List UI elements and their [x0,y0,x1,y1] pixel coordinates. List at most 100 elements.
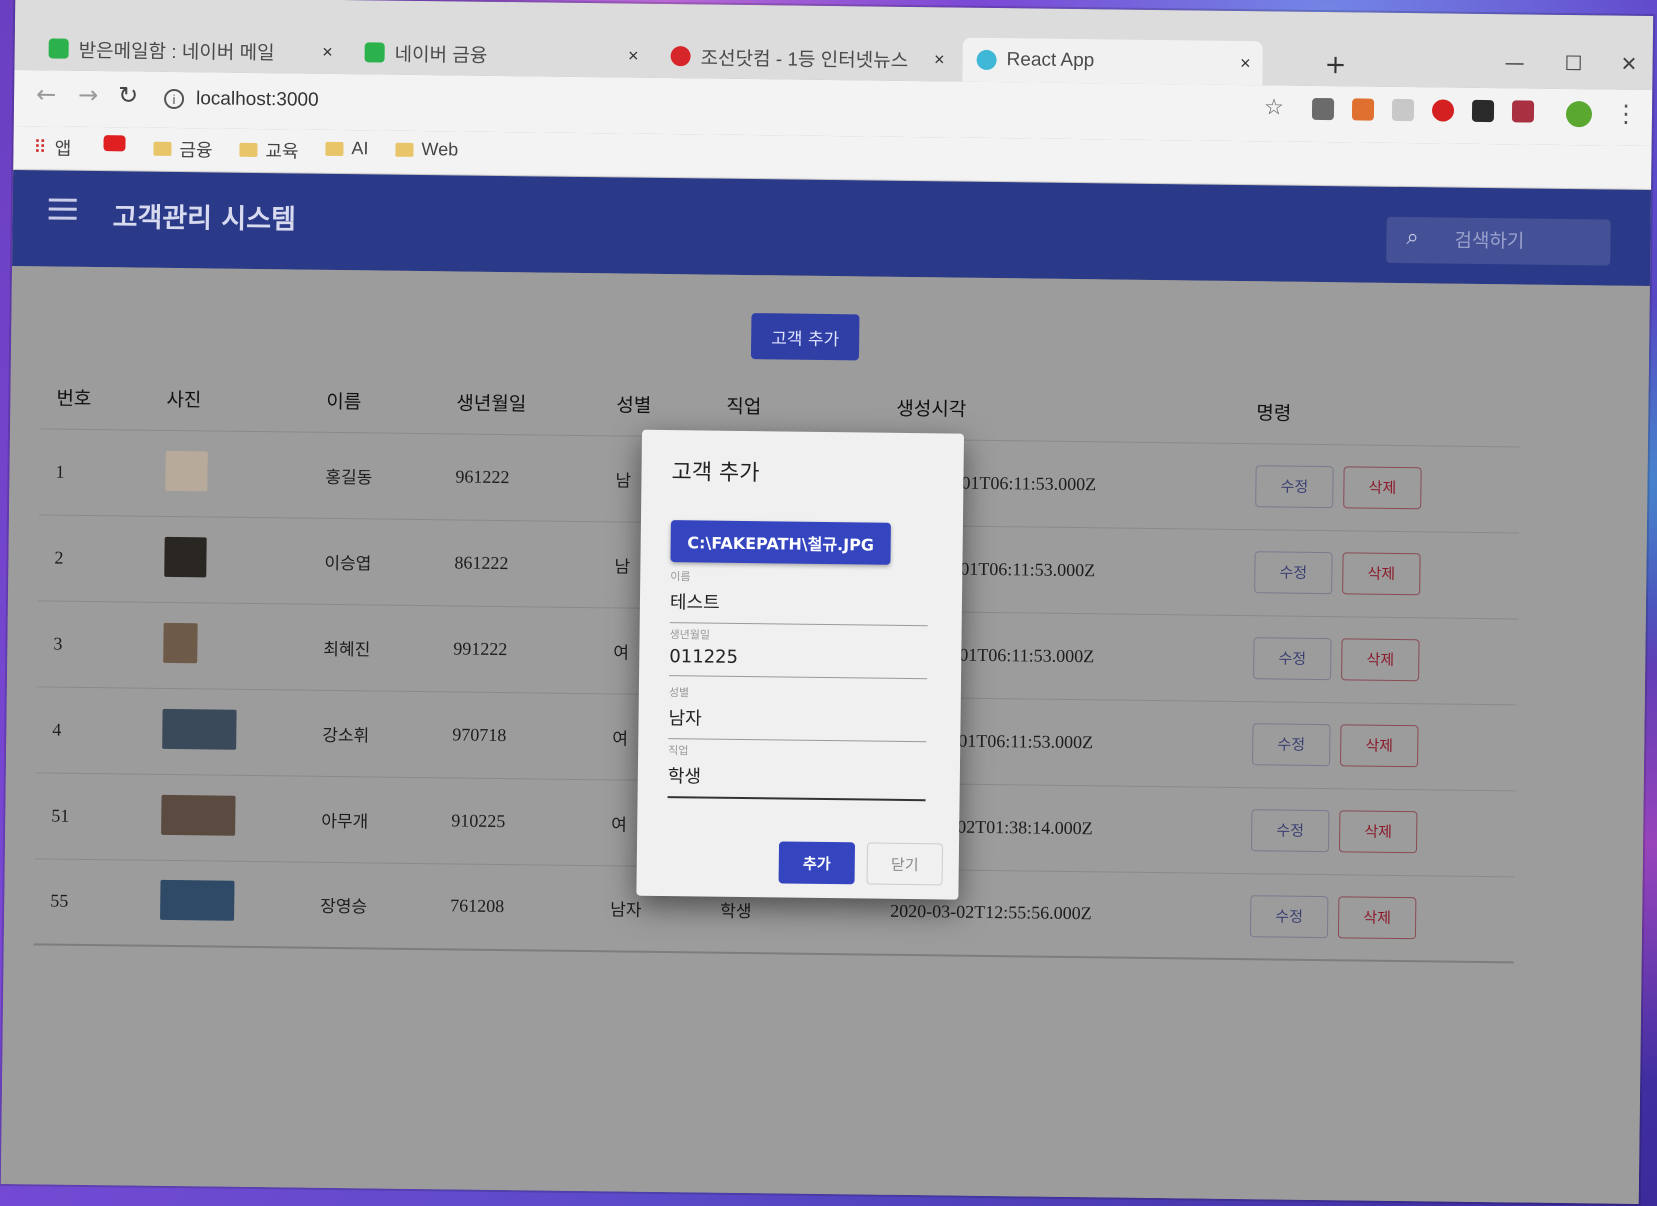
reload-icon[interactable]: ↻ [118,81,138,109]
column-header: 생년월일 [456,392,527,416]
back-icon[interactable]: ← [36,80,56,108]
cell-actions: 수정 삭제 [1233,873,1515,963]
close-icon[interactable]: × [1240,53,1251,74]
cell-photo [146,601,308,690]
minimize-icon[interactable]: — [1504,50,1524,74]
column-header: 이름 [326,391,362,414]
extension-icon[interactable] [1391,98,1415,122]
delete-button[interactable]: 삭제 [1338,810,1418,854]
customer-photo [165,450,208,491]
tab-chosun[interactable]: 조선닷컴 - 1등 인터넷뉴스 × [656,34,957,82]
folder-icon [239,142,258,158]
job-field[interactable]: 직업 학생 [667,742,927,802]
bookmark-label: 금융 [179,140,213,161]
url-text: localhost:3000 [195,88,319,111]
cell-photo [144,773,306,862]
delete-button[interactable]: 삭제 [1340,724,1419,768]
cell-birthday: 761208 [433,863,595,952]
profile-avatar[interactable] [1565,100,1593,128]
new-tab-button[interactable]: + [1324,50,1346,80]
cell-photo [147,515,309,604]
cell-name: 장영승 [303,861,435,950]
cell-actions: 수정 삭제 [1234,787,1516,877]
forward-icon[interactable]: → [78,81,98,109]
extension-icon[interactable] [1311,97,1335,121]
column-header: 번호 [56,387,92,411]
search-icon: ⌕ [1406,225,1419,251]
window-close-icon[interactable]: ✕ [1620,52,1637,76]
cell-id: 3 [36,600,148,688]
customer-photo [160,880,235,922]
bookmark-youtube[interactable] [103,135,126,152]
bookmark-label: 앱 [54,138,72,159]
column-header: 명령 [1256,402,1292,425]
cell-actions: 수정 삭제 [1236,615,1518,705]
submit-button[interactable]: 추가 [778,841,856,885]
cell-photo [145,687,307,776]
cell-id: 51 [34,772,146,860]
tab-naver-mail[interactable]: 받은메일함 : 네이버 메일 × [34,26,345,74]
folder-icon [395,142,414,157]
bookmark-folder-finance[interactable]: 금융 [153,136,213,163]
menu-icon[interactable] [48,198,77,225]
close-button[interactable]: 닫기 [866,842,944,886]
bookmark-folder-ai[interactable]: AI [325,138,369,160]
naver-mail-icon [48,38,69,59]
bookmark-label: Web [421,139,459,160]
customer-photo [162,708,237,750]
tab-naver-finance[interactable]: 네이버 금융 × [350,30,651,78]
bookmark-folder-education[interactable]: 교육 [239,137,299,164]
customer-photo [164,536,207,577]
tab-title: React App [1006,49,1095,72]
bookmark-star-icon[interactable]: ☆ [1264,95,1284,120]
folder-icon [325,141,344,156]
extension-icon[interactable] [1511,100,1535,123]
column-header: 직업 [726,396,762,419]
delete-button[interactable]: 삭제 [1343,466,1422,510]
close-icon[interactable]: × [628,45,639,66]
edit-button[interactable]: 수정 [1255,465,1334,509]
bookmark-folder-web[interactable]: Web [395,139,458,161]
edit-button[interactable]: 수정 [1249,894,1329,938]
cell-birthday: 961222 [438,433,600,522]
search-box[interactable]: ⌕ [1386,216,1611,266]
name-field[interactable]: 이름 테스트 [669,568,929,627]
info-icon[interactable]: i [163,88,185,110]
edit-button[interactable]: 수정 [1252,723,1331,767]
folder-icon [153,141,172,156]
terminal-icon[interactable] [1471,99,1495,123]
maximize-icon[interactable]: ☐ [1564,51,1582,75]
delete-button[interactable]: 삭제 [1341,638,1420,682]
close-icon[interactable]: × [934,49,945,70]
cell-id: 4 [35,686,147,774]
extension-icon[interactable] [1351,98,1375,121]
app-title: 고객관리 시스템 [112,202,297,236]
address-bar[interactable]: i localhost:3000 [163,80,1244,131]
opera-icon[interactable] [1431,99,1455,122]
apps-grid-icon: ⠿ [33,136,47,157]
cell-name: 강소휘 [305,689,437,778]
edit-button[interactable]: 수정 [1250,809,1330,853]
cell-id: 1 [38,428,151,516]
customer-photo [163,622,198,663]
close-icon[interactable]: × [322,41,333,62]
file-upload-button[interactable]: C:\FAKEPATH\철규.JPG [670,520,891,565]
cell-name: 최혜진 [306,603,438,692]
tab-react-app[interactable]: React App × [962,37,1263,86]
cell-birthday: 910225 [434,777,596,866]
edit-button[interactable]: 수정 [1254,551,1333,595]
search-input[interactable] [1452,223,1593,260]
more-menu-icon[interactable]: ⋮ [1614,100,1638,128]
delete-button[interactable]: 삭제 [1337,896,1417,939]
customer-photo [161,794,236,836]
delete-button[interactable]: 삭제 [1342,552,1421,596]
edit-button[interactable]: 수정 [1253,637,1332,681]
add-customer-button[interactable]: 고객 추가 [750,313,860,361]
cell-birthday: 970718 [435,691,597,780]
gender-field[interactable]: 성별 남자 [668,684,927,743]
cell-actions: 수정 삭제 [1237,529,1519,619]
birthday-field[interactable]: 생년월일 011225 [669,626,928,680]
bookmark-apps[interactable]: ⠿ 앱 [33,134,71,160]
bookmark-label: 교육 [265,141,299,162]
add-customer-dialog: 고객 추가 C:\FAKEPATH\철규.JPG 이름 테스트 생년월일 011… [636,429,965,900]
